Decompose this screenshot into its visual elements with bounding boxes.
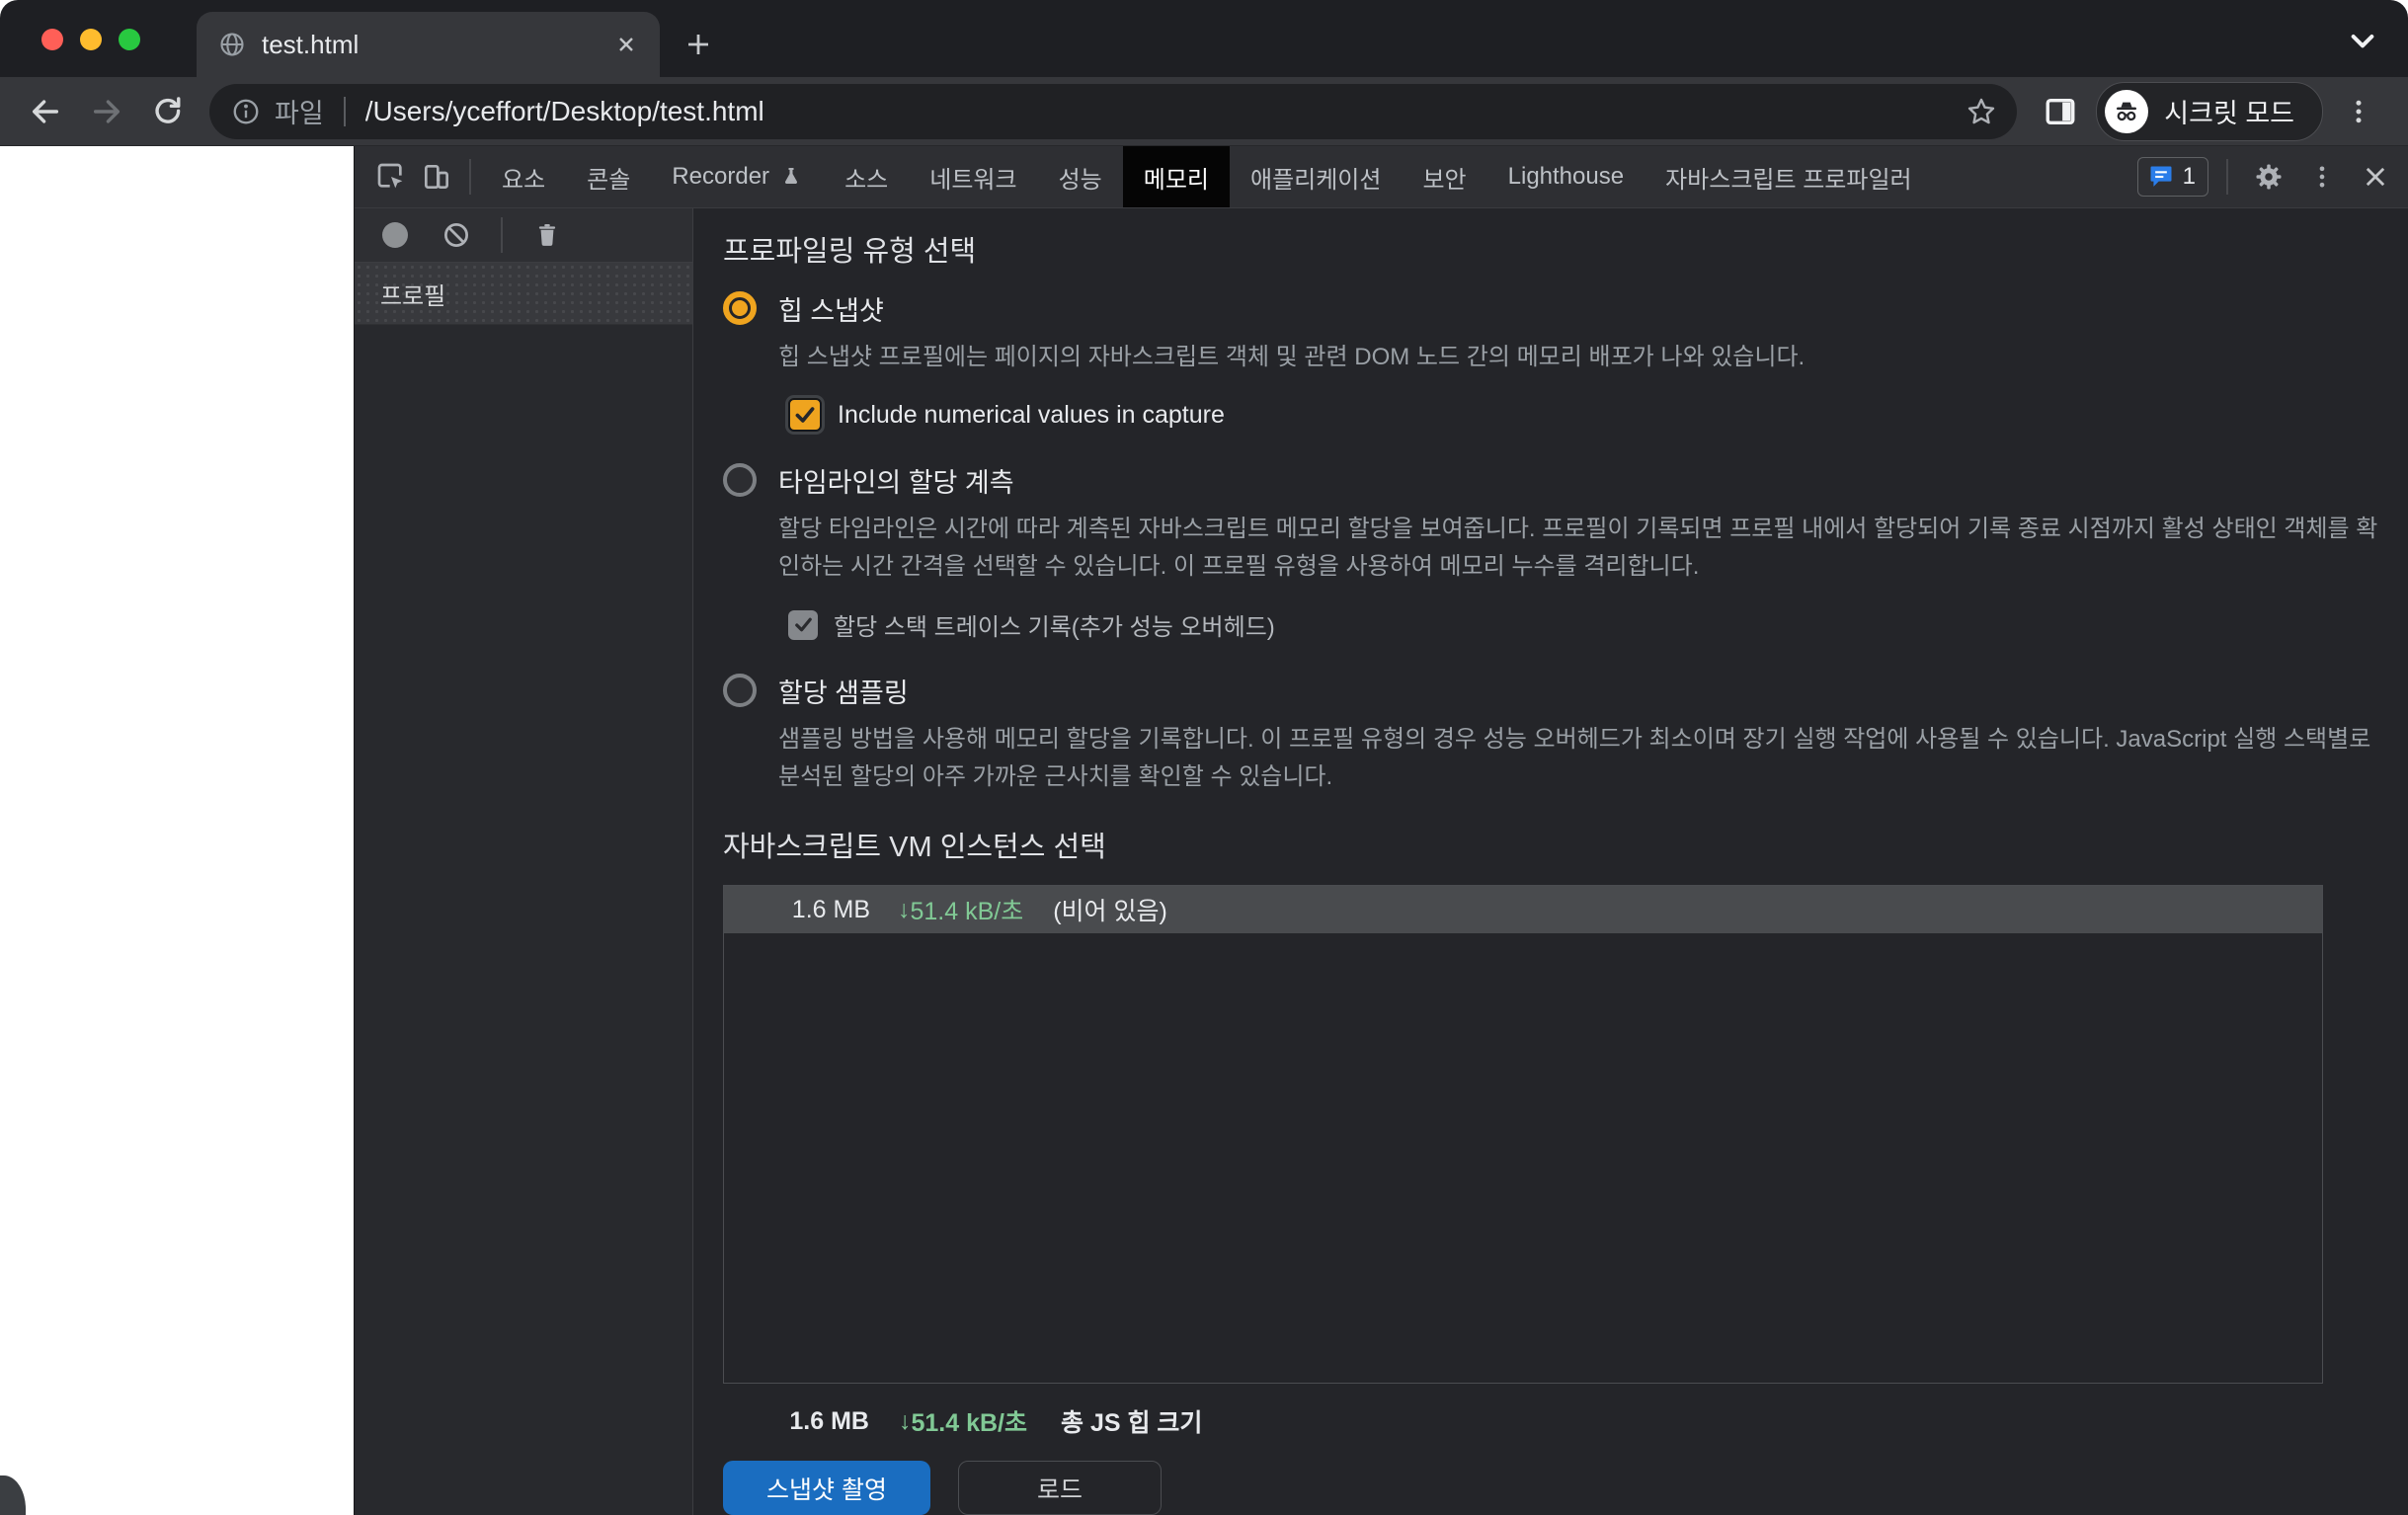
minimize-window-button[interactable] bbox=[80, 29, 102, 50]
flask-icon bbox=[779, 165, 803, 189]
memory-panel: 프로파일링 유형 선택 힙 스냅샷 힙 스냅샷 프로필에는 페이지의 자바스크립… bbox=[693, 208, 2408, 1515]
option-description: 힙 스냅샷 프로필에는 페이지의 자바스크립트 객체 및 관련 DOM 노드 간… bbox=[778, 344, 1806, 370]
include-numerical-values-row[interactable]: Include numerical values in capture bbox=[788, 398, 2380, 432]
checkbox-checked[interactable] bbox=[788, 398, 822, 432]
devtools-tabbar: 요소 콘솔 Recorder 소스 네트워크 성능 메모리 애플리케이션 보안 … bbox=[355, 146, 2408, 208]
total-heap-summary: 1.6 MB ↓ 51.4 kB/초 총 JS 힙 크기 bbox=[723, 1403, 2380, 1439]
tab-strip: test.html bbox=[0, 0, 2408, 77]
tab-console[interactable]: 콘솔 bbox=[566, 146, 651, 207]
devtools-panel: 요소 콘솔 Recorder 소스 네트워크 성능 메모리 애플리케이션 보안 … bbox=[354, 146, 2408, 1515]
tab-close-icon[interactable] bbox=[614, 33, 638, 56]
take-snapshot-button[interactable]: 스냅샷 촬영 bbox=[723, 1461, 930, 1515]
incognito-icon bbox=[2105, 89, 2149, 133]
vm-heap-size: 1.6 MB bbox=[791, 895, 870, 923]
tab-application[interactable]: 애플리케이션 bbox=[1230, 146, 1402, 207]
page-artifact bbox=[0, 1475, 26, 1515]
tab-security[interactable]: 보안 bbox=[1402, 146, 1486, 207]
trash-icon[interactable] bbox=[524, 212, 570, 258]
option-label: 할당 샘플링 bbox=[778, 678, 909, 708]
browser-window: test.html 파일 /Users/yceffort/Desktop/tes… bbox=[0, 0, 2408, 1515]
option-label: 타임라인의 할당 계측 bbox=[778, 467, 1014, 498]
tab-recorder[interactable]: Recorder bbox=[651, 146, 824, 207]
radio-unselected[interactable] bbox=[723, 674, 757, 707]
vm-instance-heading: 자바스크립트 VM 인스턴스 선택 bbox=[723, 832, 1106, 863]
option-allocation-sampling[interactable]: 할당 샘플링 bbox=[723, 672, 2380, 709]
down-arrow-icon: ↓ bbox=[898, 895, 911, 923]
browser-tab[interactable]: test.html bbox=[197, 12, 660, 77]
tab-sources[interactable]: 소스 bbox=[824, 146, 909, 207]
issues-count: 1 bbox=[2182, 163, 2196, 190]
globe-favicon-icon bbox=[218, 31, 246, 58]
maximize-window-button[interactable] bbox=[119, 29, 140, 50]
side-panel-icon[interactable] bbox=[2035, 86, 2086, 137]
vm-rate: ↓ 51.4 kB/초 bbox=[898, 895, 1024, 926]
down-arrow-icon: ↓ bbox=[899, 1406, 912, 1435]
action-buttons: 스냅샷 촬영 로드 bbox=[723, 1461, 2380, 1515]
checkbox-label: Include numerical values in capture bbox=[838, 400, 1225, 429]
total-heap-size: 1.6 MB bbox=[789, 1406, 869, 1435]
window-controls bbox=[41, 29, 140, 50]
tab-network[interactable]: 네트워크 bbox=[909, 146, 1037, 207]
toolbar-divider bbox=[2226, 159, 2228, 195]
tab-search-chevron-icon[interactable] bbox=[2343, 24, 2382, 57]
reload-icon[interactable] bbox=[142, 86, 194, 137]
clear-profiles-icon[interactable] bbox=[434, 212, 479, 258]
incognito-label: 시크릿 모드 bbox=[2164, 99, 2294, 128]
profiling-type-heading: 프로파일링 유형 선택 bbox=[723, 236, 977, 268]
vm-instance-list: 1.6 MB ↓ 51.4 kB/초 (비어 있음) bbox=[723, 885, 2323, 1384]
inspect-element-icon[interactable] bbox=[368, 154, 414, 199]
devtools-close-icon[interactable] bbox=[2353, 154, 2398, 199]
settings-gear-icon[interactable] bbox=[2246, 154, 2291, 199]
address-bar[interactable]: 파일 /Users/yceffort/Desktop/test.html bbox=[209, 83, 2018, 139]
total-heap-label: 총 JS 힙 크기 bbox=[1061, 1409, 1203, 1437]
record-profile-icon[interactable] bbox=[376, 212, 422, 258]
close-window-button[interactable] bbox=[41, 29, 63, 50]
checkbox-label: 할당 스택 트레이스 기록(추가 성능 오버헤드) bbox=[834, 614, 1275, 641]
file-scheme-label: 파일 bbox=[275, 99, 324, 128]
vm-instance-row[interactable]: 1.6 MB ↓ 51.4 kB/초 (비어 있음) bbox=[724, 886, 2322, 933]
browser-toolbar: 파일 /Users/yceffort/Desktop/test.html 시크릿… bbox=[0, 77, 2408, 146]
load-button[interactable]: 로드 bbox=[958, 1461, 1162, 1515]
page-content bbox=[0, 146, 354, 1515]
url-text[interactable]: /Users/yceffort/Desktop/test.html bbox=[365, 96, 1953, 127]
option-description: 할당 타임라인은 시간에 따라 계측된 자바스크립트 메모리 할당을 보여줍니다… bbox=[778, 516, 2378, 580]
bookmark-star-icon[interactable] bbox=[1966, 96, 1997, 127]
tab-title: test.html bbox=[262, 29, 360, 59]
toolbar-divider bbox=[469, 159, 471, 195]
tab-js-profiler[interactable]: 자바스크립트 프로파일러 bbox=[1645, 146, 1933, 207]
profiles-sidebar: 프로필 bbox=[355, 208, 693, 1515]
total-rate: ↓ 51.4 kB/초 bbox=[899, 1406, 1028, 1438]
option-heap-snapshot[interactable]: 힙 스냅샷 bbox=[723, 289, 2380, 327]
option-label: 힙 스냅샷 bbox=[778, 295, 884, 326]
issues-counter[interactable]: 1 bbox=[2136, 157, 2208, 197]
back-icon[interactable] bbox=[20, 86, 71, 137]
devtools-menu-kebab-icon[interactable] bbox=[2299, 154, 2345, 199]
incognito-badge: 시크릿 모드 bbox=[2096, 81, 2323, 141]
checkbox-checked-disabled[interactable] bbox=[788, 609, 818, 640]
tab-elements[interactable]: 요소 bbox=[481, 146, 566, 207]
radio-unselected[interactable] bbox=[723, 463, 757, 497]
option-allocation-instrumentation[interactable]: 타임라인의 할당 계측 bbox=[723, 461, 2380, 499]
toolbar-divider bbox=[501, 217, 503, 253]
device-toolbar-icon[interactable] bbox=[414, 154, 459, 199]
vm-instance-note: (비어 있음) bbox=[1053, 898, 1167, 925]
record-stack-traces-row[interactable]: 할당 스택 트레이스 기록(추가 성능 오버헤드) bbox=[788, 607, 2380, 642]
tab-memory[interactable]: 메모리 bbox=[1122, 146, 1230, 207]
tab-performance[interactable]: 성능 bbox=[1038, 146, 1123, 207]
new-tab-button[interactable] bbox=[676, 22, 721, 67]
issues-bubble-icon bbox=[2147, 163, 2175, 191]
omnibox-divider bbox=[343, 96, 346, 126]
radio-selected[interactable] bbox=[723, 291, 757, 325]
profiles-section-header[interactable]: 프로필 bbox=[355, 263, 692, 325]
page-info-icon[interactable] bbox=[231, 97, 261, 126]
option-description: 샘플링 방법을 사용해 메모리 할당을 기록합니다. 이 프로필 유형의 경우 … bbox=[778, 726, 2371, 790]
forward-icon[interactable] bbox=[81, 86, 132, 137]
profiles-toolbar bbox=[355, 208, 692, 263]
tab-lighthouse[interactable]: Lighthouse bbox=[1487, 146, 1645, 207]
browser-menu-kebab-icon[interactable] bbox=[2333, 86, 2384, 137]
